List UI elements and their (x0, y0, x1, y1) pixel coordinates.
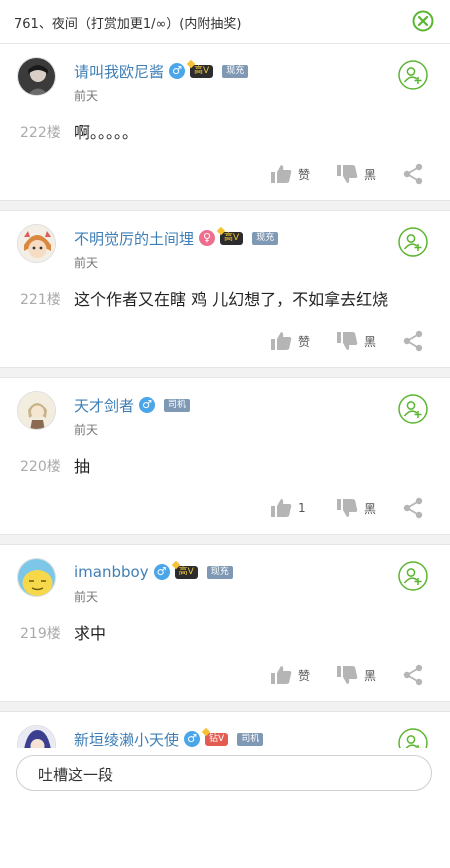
share-button[interactable] (402, 162, 424, 186)
post-title: 761、夜间（打赏加更1/∞）(内附抽奖) (14, 17, 242, 32)
dislike-label: 黑 (364, 334, 377, 349)
male-icon: ♂ (169, 63, 186, 79)
male-icon: ♂ (184, 731, 201, 747)
dislike-label: 黑 (364, 501, 377, 516)
comment-actions: 赞 黑 (0, 162, 450, 186)
close-icon[interactable] (412, 10, 434, 32)
male-icon: ♂ (139, 397, 156, 413)
user-info: 请叫我欧尼酱 ♂ 高V 现充 (74, 61, 249, 82)
share-icon (403, 330, 423, 352)
thumbs-down-icon (337, 332, 358, 350)
user-tag: 现充 (222, 64, 249, 78)
comment-text: 啊。。。。。 (74, 123, 139, 142)
thumbs-up-icon (271, 666, 292, 684)
comment-time: 前天 (74, 89, 99, 103)
comment-text: 这个作者又在瞎 鸡 儿幻想了，不如拿去红烧 (74, 290, 389, 309)
comment-input[interactable]: 吐槽这一段 (16, 755, 432, 791)
add-friend-icon[interactable] (398, 394, 428, 424)
dislike-button[interactable]: 黑 (336, 162, 376, 186)
thumbs-up-icon (271, 165, 292, 183)
like-button[interactable]: 赞 (270, 162, 310, 186)
thumbs-down-icon (337, 666, 358, 684)
avatar[interactable] (17, 391, 56, 430)
dislike-label: 黑 (364, 668, 377, 683)
comment-card: 请叫我欧尼酱 ♂ 高V 现充 前天 222楼 啊。。。。。 赞 黑 (0, 44, 450, 200)
like-count: 1 (298, 501, 306, 515)
comment-card: 天才剑者 ♂ 司机 前天 220楼 抽 1 黑 (0, 378, 450, 534)
comment-card: 不明觉厉的土间埋 ♀ 高V 现充 前天 221楼 这个作者又在瞎 鸡 儿幻想了，… (0, 211, 450, 367)
thumbs-down-icon (337, 165, 358, 183)
avatar[interactable] (17, 57, 56, 96)
divider (0, 534, 450, 545)
comment-actions: 赞 黑 (0, 663, 450, 687)
add-friend-icon[interactable] (398, 561, 428, 591)
like-count: 赞 (298, 334, 311, 349)
user-tag: 现充 (206, 565, 233, 579)
vip-badge: 高V (220, 231, 244, 245)
thumbs-down-icon (337, 499, 358, 517)
comment-text: 求中 (74, 624, 107, 643)
avatar[interactable] (17, 558, 56, 597)
username[interactable]: 请叫我欧尼酱 (74, 61, 164, 82)
dislike-button[interactable]: 黑 (336, 329, 376, 353)
divider (0, 367, 450, 378)
username[interactable]: imanbboy (74, 563, 149, 581)
share-icon (403, 163, 423, 185)
vip-badge: 高V (174, 565, 198, 579)
vip-badge: 高V (190, 64, 214, 78)
floor-number: 219楼 (20, 626, 61, 642)
share-icon (403, 497, 423, 519)
comment-input-bar: 吐槽这一段 (0, 748, 450, 800)
like-button[interactable]: 赞 (270, 663, 310, 687)
female-icon: ♀ (199, 230, 216, 246)
comment-time: 前天 (74, 590, 99, 604)
thumbs-up-icon (271, 499, 292, 517)
comment-time: 前天 (74, 423, 99, 437)
comment-text: 抽 (74, 457, 91, 476)
user-info: 天才剑者 ♂ 司机 (74, 395, 191, 416)
share-button[interactable] (402, 496, 424, 520)
like-count: 赞 (298, 167, 311, 182)
avatar[interactable] (17, 224, 56, 263)
comment-time: 前天 (74, 256, 99, 270)
comment-list: 请叫我欧尼酱 ♂ 高V 现充 前天 222楼 啊。。。。。 赞 黑 不明觉厉的土… (0, 44, 450, 868)
floor-number: 220楼 (20, 459, 61, 475)
floor-number: 222楼 (20, 125, 61, 141)
username[interactable]: 不明觉厉的土间埋 (74, 228, 194, 249)
like-button[interactable]: 赞 (270, 329, 310, 353)
comment-actions: 1 黑 (0, 496, 450, 520)
vip-badge: 钻V (205, 732, 229, 746)
comment-actions: 赞 黑 (0, 329, 450, 353)
like-count: 赞 (298, 668, 311, 683)
username[interactable]: 天才剑者 (74, 395, 134, 416)
username[interactable]: 新垣绫濑小天使 (74, 729, 179, 750)
add-friend-icon[interactable] (398, 60, 428, 90)
top-bar: 761、夜间（打赏加更1/∞）(内附抽奖) (0, 0, 450, 44)
share-icon (403, 664, 423, 686)
user-tag: 现充 (252, 231, 279, 245)
user-tag: 司机 (164, 398, 191, 412)
dislike-button[interactable]: 黑 (336, 496, 376, 520)
user-info: 不明觉厉的土间埋 ♀ 高V 现充 (74, 228, 279, 249)
floor-number: 221楼 (20, 292, 61, 308)
add-friend-icon[interactable] (398, 227, 428, 257)
male-icon: ♂ (153, 564, 170, 580)
divider (0, 200, 450, 211)
dislike-button[interactable]: 黑 (336, 663, 376, 687)
like-button[interactable]: 1 (270, 496, 306, 520)
share-button[interactable] (402, 329, 424, 353)
user-info: imanbboy ♂ 高V 现充 (74, 562, 233, 582)
comment-card: imanbboy ♂ 高V 现充 前天 219楼 求中 赞 黑 (0, 545, 450, 701)
dislike-label: 黑 (364, 167, 377, 182)
divider (0, 701, 450, 712)
comment-input-placeholder: 吐槽这一段 (38, 766, 114, 784)
share-button[interactable] (402, 663, 424, 687)
thumbs-up-icon (271, 332, 292, 350)
user-info: 新垣绫濑小天使 ♂ 钻V 司机 (74, 729, 264, 750)
user-tag: 司机 (237, 732, 264, 746)
